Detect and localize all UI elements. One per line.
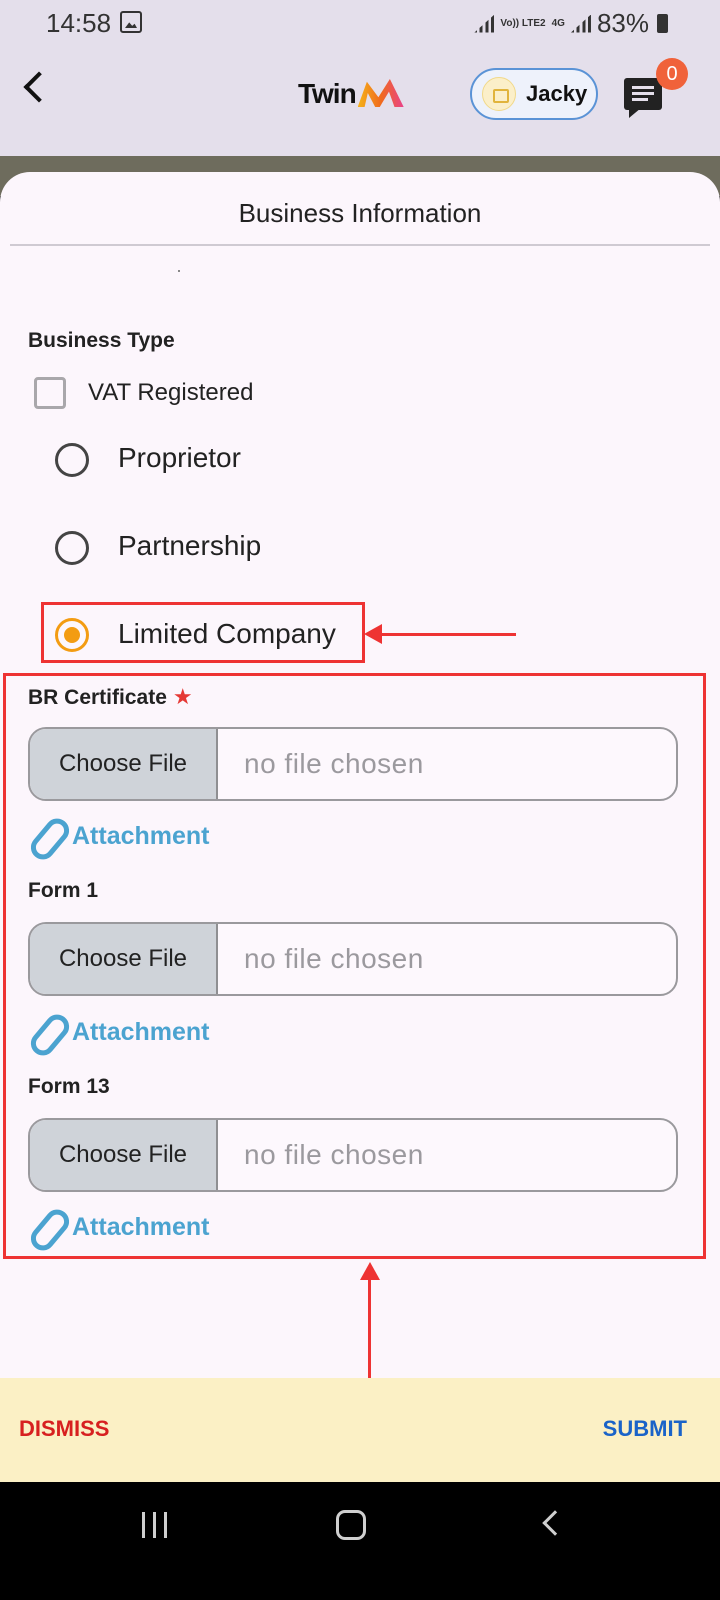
annotation-arrow-left-icon (364, 624, 382, 644)
battery-percent: 83% (596, 8, 649, 38)
network-type-1: Vo)) LTE2 (500, 17, 546, 29)
radio-label-proprietor[interactable]: Proprietor (118, 442, 241, 474)
logo-mark-icon (357, 79, 404, 107)
highlight-box-file-uploads (3, 673, 706, 1259)
status-indicators: Vo)) LTE2 4G 83% (474, 8, 668, 39)
highlight-box-limited-company (41, 602, 365, 663)
vat-registered-label[interactable]: VAT Registered (88, 379, 253, 407)
business-type-label: Business Type (28, 329, 175, 352)
avatar (482, 77, 516, 111)
annotation-arrow-line (378, 633, 516, 636)
chat-icon[interactable] (624, 78, 662, 110)
sheet-title: Business Information (238, 198, 482, 228)
divider (10, 244, 710, 246)
network-type-2: 4G (551, 17, 565, 29)
status-time: 14:58 (46, 8, 112, 38)
app-logo: Twin (298, 78, 404, 110)
image-notification-icon (120, 11, 142, 33)
signal-icon (570, 14, 591, 33)
dismiss-button[interactable]: DISMISS (19, 1416, 109, 1442)
battery-icon (657, 14, 668, 33)
user-name: Jacky (526, 81, 588, 106)
annotation-arrow-up-icon (360, 1262, 380, 1280)
user-profile-chip[interactable]: Jacky (470, 68, 598, 120)
radio-partnership[interactable] (55, 531, 89, 565)
home-icon[interactable] (336, 1510, 366, 1540)
notification-badge: 0 (656, 58, 688, 90)
radio-label-partnership[interactable]: Partnership (118, 530, 261, 562)
signal-icon (474, 14, 495, 33)
recent-apps-icon[interactable] (140, 1512, 170, 1538)
vat-registered-checkbox[interactable] (34, 377, 66, 409)
system-nav-bar (0, 1482, 720, 1600)
submit-button[interactable]: SUBMIT (603, 1416, 687, 1442)
radio-proprietor[interactable] (55, 443, 89, 477)
divider (178, 270, 180, 272)
logo-text: Twin (298, 78, 357, 109)
